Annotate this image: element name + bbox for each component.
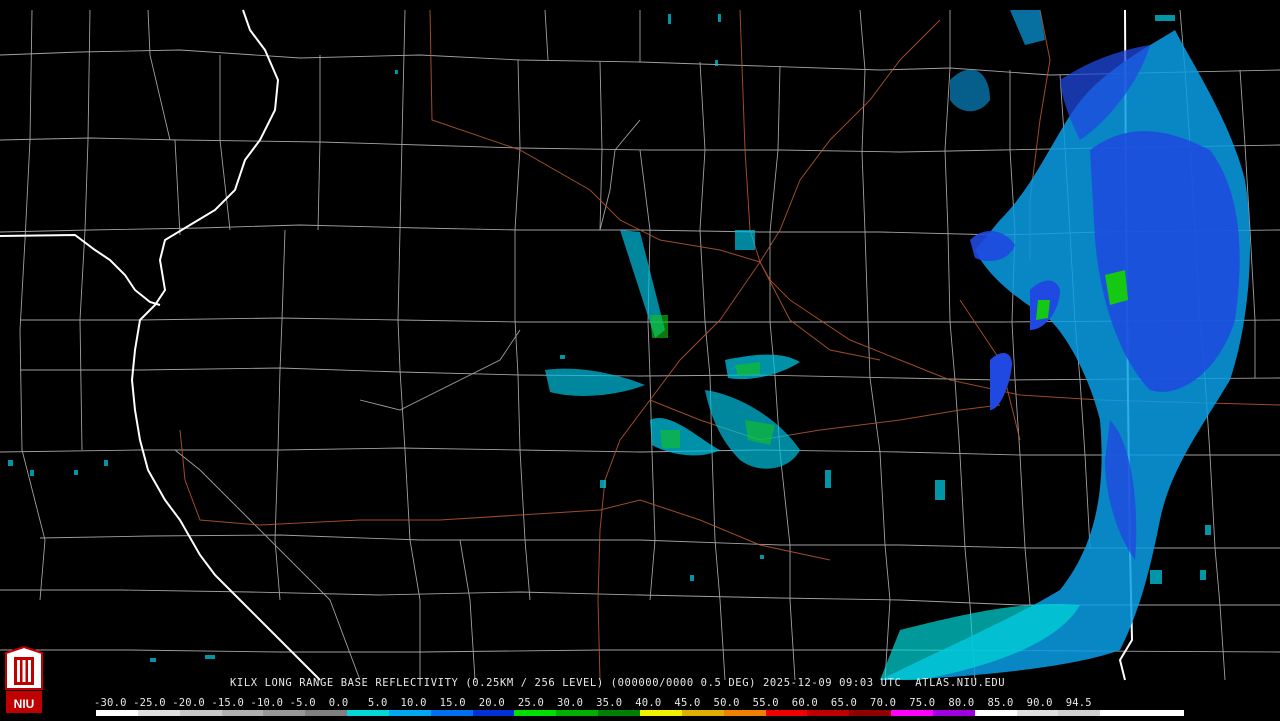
colorbar-swatch [388,710,431,716]
colorbar-swatch [932,710,975,716]
colorbar-swatch [891,710,933,716]
niu-logo: NIU [2,645,46,717]
product-title: KILX LONG RANGE BASE REFLECTIVITY (0.25K… [230,677,1006,689]
colorbar-swatch [723,710,766,716]
colorbar-swatch [1016,710,1059,716]
colorbar-swatch [96,710,138,716]
logo-text: NIU [13,697,35,711]
colorbar-swatch [639,710,682,716]
colorbar-swatch [347,710,389,716]
colorbar-swatch [472,710,515,716]
colorbar-swatch [807,710,850,716]
colorbar-swatch [221,710,264,716]
colorbar-labels: -30.0 -25.0 -20.0 -15.0 -10.0 -5.0 0.0 5… [94,697,1092,709]
colorbar-swatch [974,710,1017,716]
colorbar-swatch [1058,710,1101,716]
radar-map [0,0,1280,720]
colorbar-swatch [1142,710,1184,716]
colorbar-swatch [598,710,640,716]
colorbar-swatch [849,710,892,716]
colorbar-swatch [137,710,180,716]
colorbar [96,710,1184,716]
colorbar-swatch [1100,710,1143,716]
colorbar-swatch [681,710,724,716]
colorbar-swatch [305,710,348,716]
colorbar-swatch [430,710,473,716]
colorbar-swatch [263,710,306,716]
colorbar-swatch [514,710,557,716]
colorbar-swatch [179,710,222,716]
colorbar-swatch [765,710,808,716]
colorbar-swatch [556,710,599,716]
